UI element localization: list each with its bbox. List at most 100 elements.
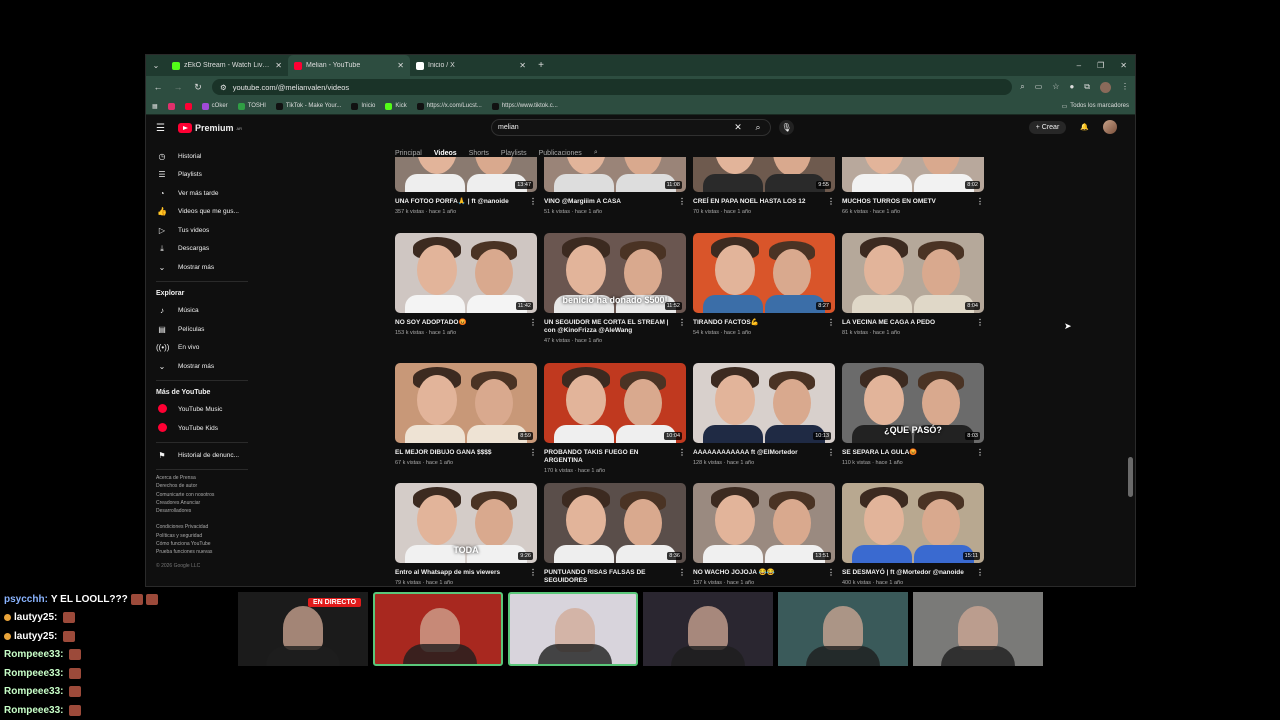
video-thumbnail[interactable]: benicio ha donado $500! 11:52 <box>544 233 686 313</box>
more-actions-icon[interactable]: ⋮ <box>529 449 537 457</box>
video-title[interactable]: PUNTUANDO RISAS FALSAS DE SEGUIDORES ⋮ <box>544 569 686 585</box>
video-card[interactable]: 8:02 MUCHOS TURROS EN OMETV ⋮ 66 k vistas ·… <box>842 157 984 215</box>
bookmark-item[interactable]: Kick <box>385 102 407 110</box>
video-thumbnail[interactable]: 10:13 <box>693 363 835 443</box>
video-title[interactable]: AAAAAAAAAAAA ft @ElMortedor ⋮ <box>693 449 835 457</box>
video-thumbnail[interactable]: 11:42 <box>395 233 537 313</box>
video-title[interactable]: NO SOY ADOPTADO😡 ⋮ <box>395 319 537 327</box>
sidebar-item[interactable]: YouTube Kids <box>156 419 248 438</box>
tab-close-icon[interactable]: ✕ <box>519 61 526 70</box>
page-scrollbar[interactable] <box>1128 147 1133 586</box>
video-title[interactable]: CREÍ EN PAPA NOEL HASTA LOS 12 ⋮ <box>693 198 835 206</box>
reload-icon[interactable]: ↻ <box>192 82 204 93</box>
sidebar-item[interactable]: ⌄ Mostrar más <box>156 357 248 376</box>
chat-username[interactable]: lautyy25: <box>14 631 57 642</box>
video-title[interactable]: Entro al Whatsapp de mis viewers ⋮ <box>395 569 537 577</box>
bookmark-item[interactable]: TOSHI <box>237 102 266 110</box>
more-actions-icon[interactable]: ⋮ <box>976 569 984 577</box>
profile-avatar[interactable] <box>1100 81 1111 93</box>
sidebar-item[interactable]: 👍 Videos que me gus... <box>156 203 248 222</box>
video-title[interactable]: SE SEPARA LA GULA😡 ⋮ <box>842 449 984 457</box>
apps-grid-icon[interactable]: ▦ <box>152 103 158 110</box>
account-avatar[interactable] <box>1103 120 1117 134</box>
video-thumbnail[interactable]: 8:04 <box>842 233 984 313</box>
participant-camera[interactable] <box>643 592 773 666</box>
video-title[interactable]: NO WACHO JOJOJA 😂😂 ⋮ <box>693 569 835 577</box>
back-icon[interactable]: ← <box>152 82 164 92</box>
notifications-bell-icon[interactable]: 🔔 <box>1080 123 1089 131</box>
youtube-bookmark-icon[interactable] <box>184 102 192 110</box>
more-actions-icon[interactable]: ⋮ <box>678 198 686 206</box>
forward-icon[interactable]: → <box>172 82 184 92</box>
video-title[interactable]: UNA FOTOO PORFA🙏 | ft @nanoide ⋮ <box>395 198 537 206</box>
footer-link[interactable]: Acerca de Prensa <box>156 474 248 482</box>
tab-shorts[interactable]: Shorts <box>469 150 489 157</box>
video-title[interactable]: LA VECINA ME CAGA A PEDO ⋮ <box>842 319 984 327</box>
bookmark-star-icon[interactable]: ☆ <box>1052 82 1059 93</box>
site-info-icon[interactable]: ⚙ <box>220 83 227 92</box>
sidebar-item[interactable]: ◷ Historial <box>156 147 248 166</box>
video-thumbnail[interactable]: TODA 9:26 <box>395 483 537 563</box>
video-thumbnail[interactable]: ¿QUE PASÓ? 8:03 <box>842 363 984 443</box>
video-title[interactable]: PROBANDO TAKIS FUEGO EN ARGENTINA ⋮ <box>544 449 686 465</box>
extensions-puzzle-icon[interactable]: ⧉ <box>1084 82 1090 93</box>
chat-username[interactable]: Rompeee33: <box>4 686 63 697</box>
microphone-icon[interactable]: 🎙 <box>779 120 794 135</box>
bookmark-item[interactable]: https://x.com/Lucst... <box>416 102 482 110</box>
chat-username[interactable]: psycchh: <box>4 594 48 605</box>
footer-link[interactable]: Prueba funciones nuevas <box>156 548 248 556</box>
more-actions-icon[interactable]: ⋮ <box>529 319 537 327</box>
chat-username[interactable]: lautyy25: <box>14 612 57 623</box>
bookmark-item[interactable]: https://www.tiktok.c... <box>491 102 558 110</box>
participant-camera[interactable]: EN DIRECTO <box>238 592 368 666</box>
video-thumbnail[interactable]: 9:55 <box>693 157 835 192</box>
video-card[interactable]: 11:08 VINO @Margiiim A CASA ⋮ 51 k vistas ·… <box>544 157 686 215</box>
more-actions-icon[interactable]: ⋮ <box>529 198 537 206</box>
more-actions-icon[interactable]: ⋮ <box>678 569 686 577</box>
more-actions-icon[interactable]: ⋮ <box>976 319 984 327</box>
more-actions-icon[interactable]: ⋮ <box>678 449 686 457</box>
video-thumbnail[interactable]: 8:36 <box>544 483 686 563</box>
participant-camera[interactable] <box>508 592 638 666</box>
video-title[interactable]: MUCHOS TURROS EN OMETV ⋮ <box>842 198 984 206</box>
youtube-logo[interactable]: Premium AR <box>178 123 242 133</box>
sidebar-item[interactable]: ♪ Música <box>156 302 248 321</box>
bookmark-item[interactable]: TikTok - Make Your... <box>275 102 341 110</box>
tab-close-icon[interactable]: ✕ <box>397 61 404 70</box>
more-actions-icon[interactable]: ⋮ <box>529 569 537 577</box>
close-window-icon[interactable]: ✕ <box>1120 61 1127 70</box>
video-card[interactable]: 13:51 NO WACHO JOJOJA 😂😂 ⋮ 137 k vistas · h… <box>693 483 835 585</box>
more-actions-icon[interactable]: ⋮ <box>827 569 835 577</box>
browser-tab[interactable]: zEkO Stream - Watch Live on Ki ✕ <box>166 55 288 76</box>
tab-principal[interactable]: Principal <box>395 150 422 157</box>
create-button[interactable]: + Crear <box>1028 120 1067 134</box>
video-card[interactable]: 8:04 LA VECINA ME CAGA A PEDO ⋮ 81 k vistas… <box>842 233 984 336</box>
video-card[interactable]: benicio ha donado $500! 11:52 UN SEGUIDOR … <box>544 233 686 344</box>
search-box[interactable]: melian ✕ ⌕ <box>491 119 771 136</box>
footer-link[interactable]: Condiciones Privacidad <box>156 523 248 531</box>
chat-username[interactable]: Rompeee33: <box>4 668 63 679</box>
video-card[interactable]: ¿QUE PASÓ? 8:03 SE SEPARA LA GULA😡 ⋮ 110 k v… <box>842 363 984 466</box>
video-thumbnail[interactable]: 8:59 <box>395 363 537 443</box>
participant-camera[interactable] <box>913 592 1043 666</box>
chat-username[interactable]: Rompeee33: <box>4 649 63 660</box>
footer-link[interactable]: Desarrolladores <box>156 507 248 515</box>
video-card[interactable]: TODA 9:26 Entro al Whatsapp de mis viewers… <box>395 483 537 585</box>
video-thumbnail[interactable]: 8:27 <box>693 233 835 313</box>
video-card[interactable]: 8:27 TIRANDO FACTOS💪 ⋮ 54 k vistas · hace 1… <box>693 233 835 336</box>
search-icon[interactable]: ⌕ <box>746 120 770 135</box>
video-thumbnail[interactable]: 8:02 <box>842 157 984 192</box>
video-title[interactable]: TIRANDO FACTOS💪 ⋮ <box>693 319 835 327</box>
sidebar-item[interactable]: ⌄ Mostrar más <box>156 258 248 277</box>
video-card[interactable]: 8:36 PUNTUANDO RISAS FALSAS DE SEGUIDORES… <box>544 483 686 585</box>
video-title[interactable]: VINO @Margiiim A CASA ⋮ <box>544 198 686 206</box>
video-thumbnail[interactable]: 10:04 <box>544 363 686 443</box>
more-actions-icon[interactable]: ⋮ <box>976 198 984 206</box>
video-card[interactable]: 10:13 AAAAAAAAAAAA ft @ElMortedor ⋮ 128 k v… <box>693 363 835 466</box>
sidebar-item[interactable]: ▷ Tus videos <box>156 221 248 240</box>
video-card[interactable]: 15:11 SE DESMAYÓ | ft @Mortedor @nanoide ⋮… <box>842 483 984 585</box>
chat-username[interactable]: Rompeee33: <box>4 705 63 716</box>
clear-search-icon[interactable]: ✕ <box>730 122 746 133</box>
more-actions-icon[interactable]: ⋮ <box>976 449 984 457</box>
minimize-icon[interactable]: – <box>1077 61 1081 70</box>
